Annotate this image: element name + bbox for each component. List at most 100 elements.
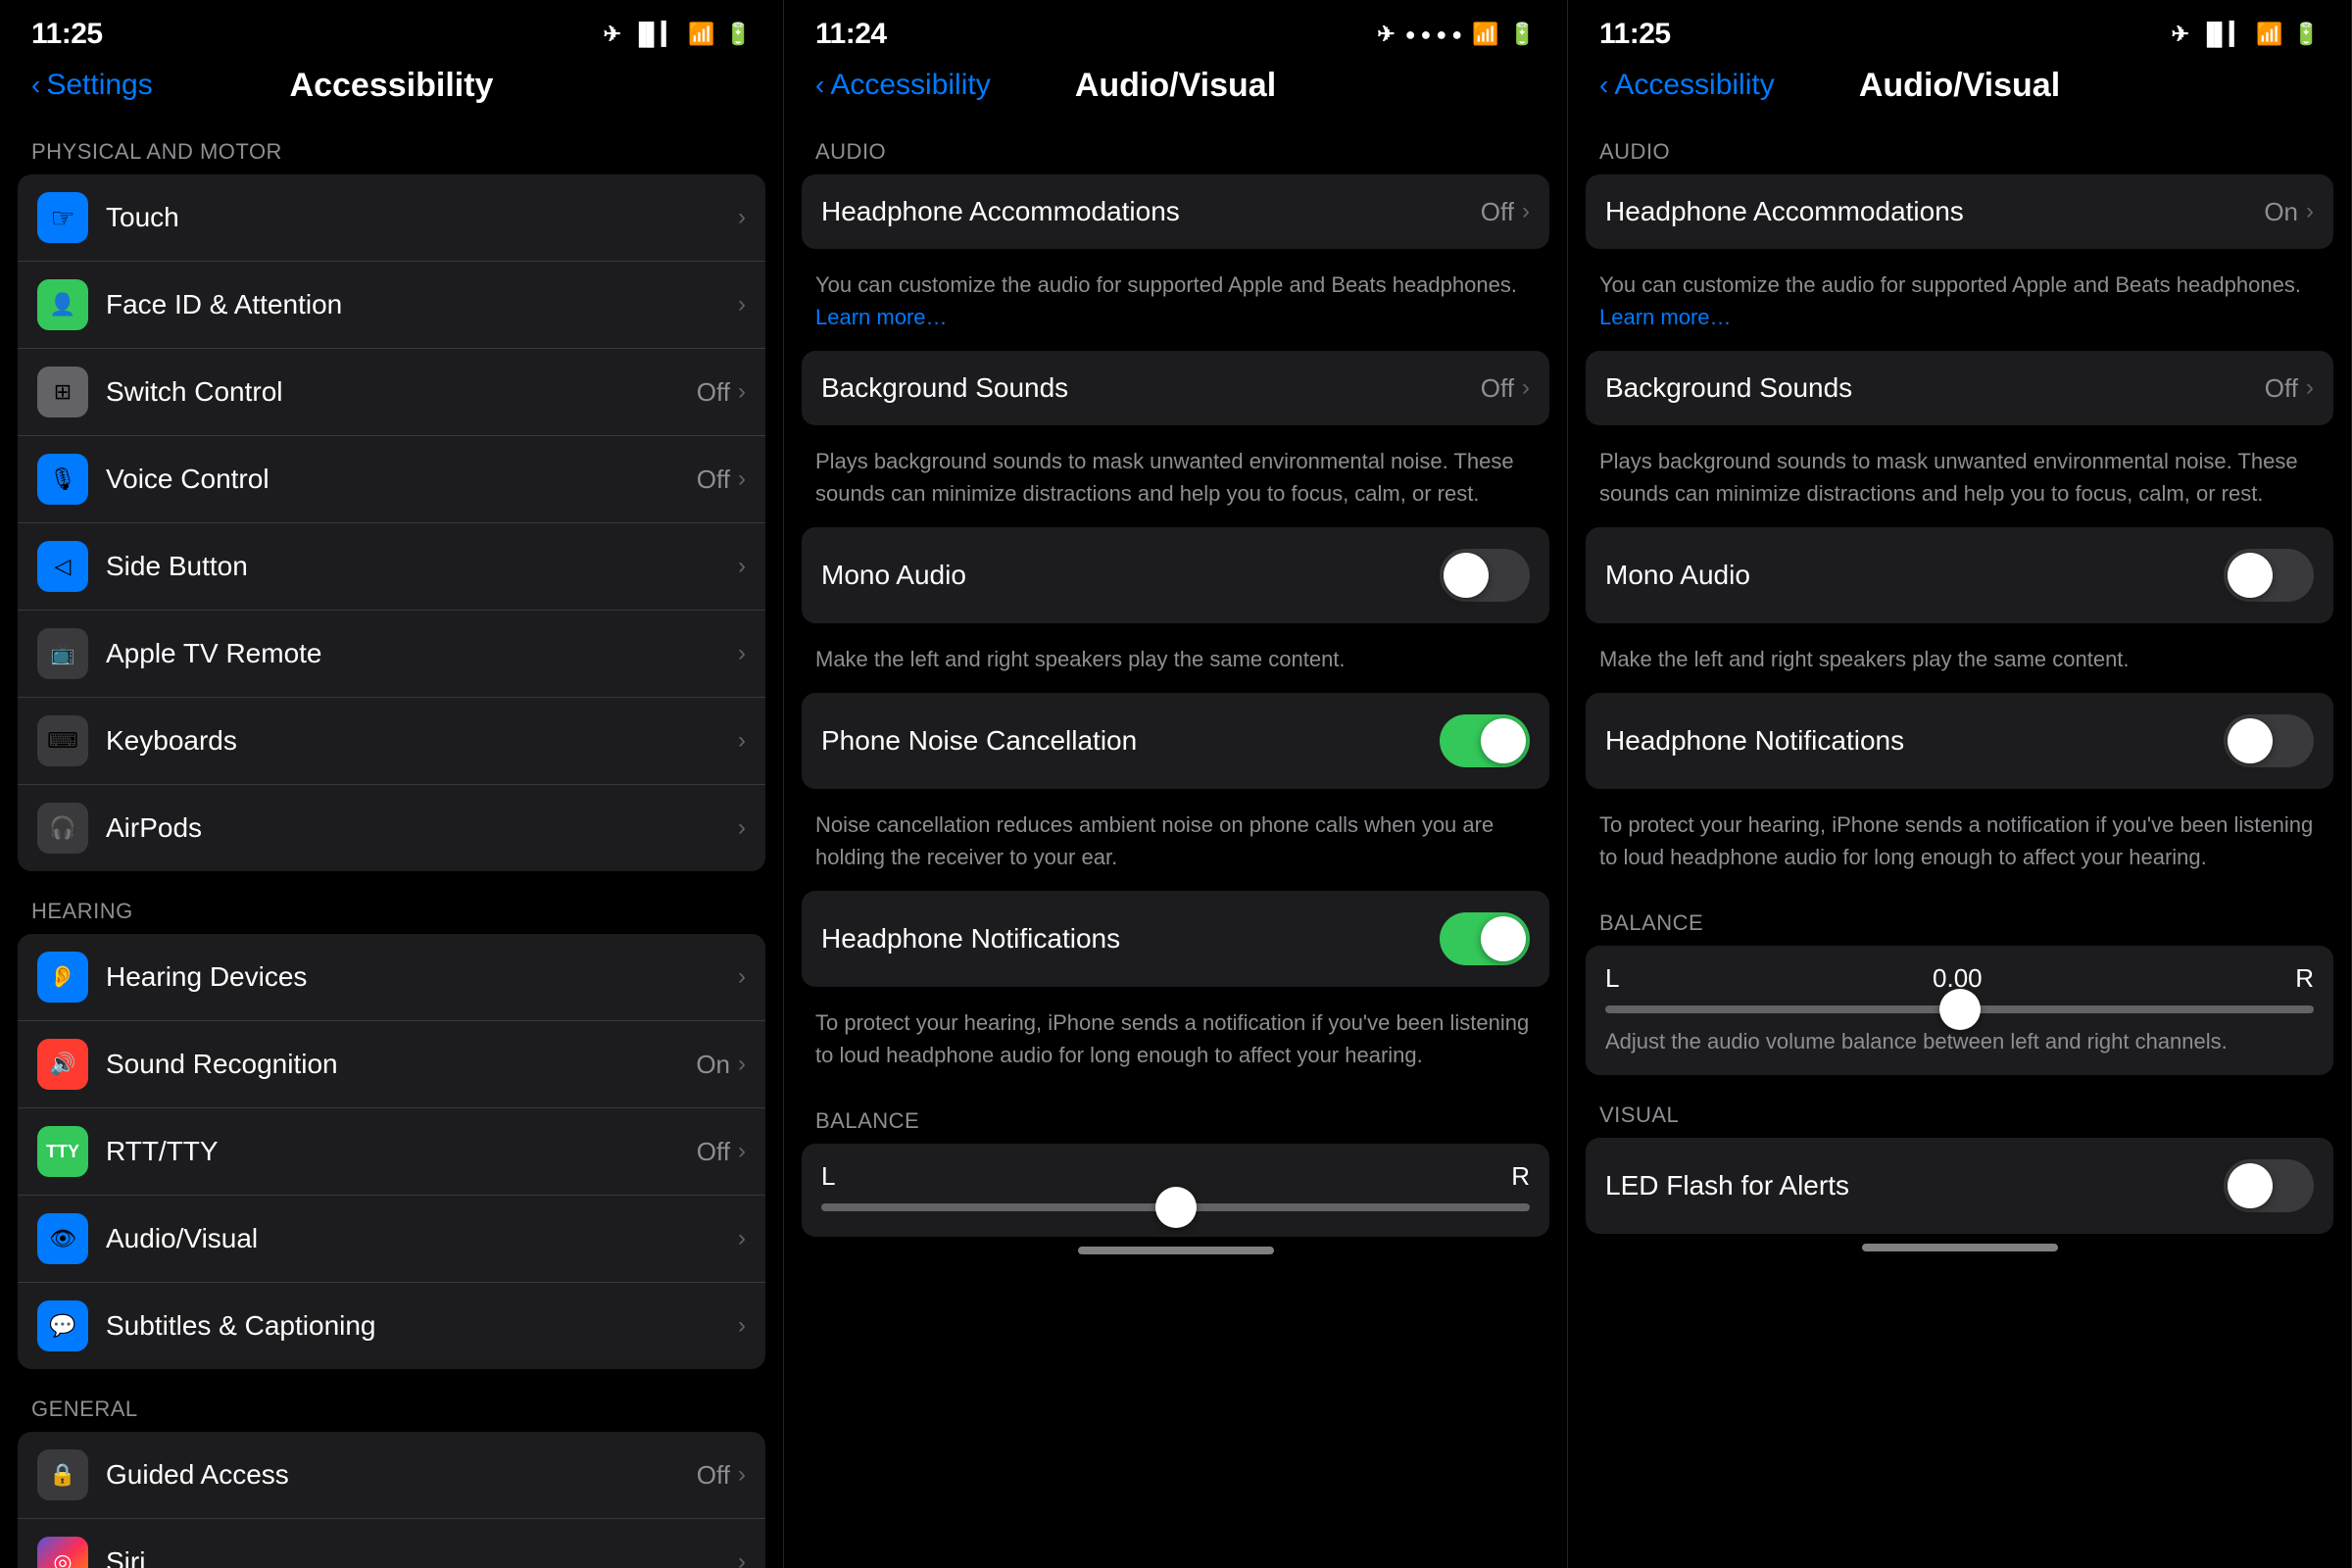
airpods-label: AirPods [106,812,738,844]
rtt-tty-chevron: › [738,1138,746,1165]
mono-audio-thumb-2 [1444,553,1489,598]
learn-more-link-3[interactable]: Learn more… [1599,305,1732,329]
card-headphone-accommodations-3: Headphone Accommodations On › [1586,174,2333,249]
rtt-tty-label: RTT/TTY [106,1136,697,1167]
background-sounds-value-3: Off [2265,373,2298,404]
row-background-sounds-2[interactable]: Background Sounds Off › [802,351,1549,425]
subtitles-chevron: › [738,1312,746,1340]
list-item-switch-control[interactable]: ⊞ Switch Control Off › [18,349,765,436]
guided-access-icon: 🔒 [37,1449,88,1500]
battery-icon-3: 🔋 [2293,22,2320,47]
balance-l-2: L [821,1161,835,1192]
phone-noise-toggle-2[interactable] [1440,714,1530,767]
nav-bar-3: ‹ Accessibility Audio/Visual [1568,59,2351,120]
home-indicator-2 [1078,1247,1274,1254]
background-sounds-desc-2: Plays background sounds to mask unwanted… [802,433,1549,527]
balance-thumb-2[interactable] [1155,1187,1197,1228]
list-item-airpods[interactable]: 🎧 AirPods › [18,785,765,871]
balance-slider-2[interactable] [821,1203,1530,1211]
background-sounds-label-2: Background Sounds [821,372,1481,404]
location-icon-1: ✈ [604,22,621,47]
list-item-faceid[interactable]: 👤 Face ID & Attention › [18,262,765,349]
row-headphone-accommodations-3[interactable]: Headphone Accommodations On › [1586,174,2333,249]
nav-back-label-2: Accessibility [830,69,990,102]
headphone-accommodations-label-3: Headphone Accommodations [1605,196,2264,227]
audio-visual-label: Audio/Visual [106,1223,738,1254]
led-flash-toggle-3[interactable] [2224,1159,2314,1212]
balance-thumb-3[interactable] [1939,989,1981,1030]
audio-visual-icon: 👁 [37,1213,88,1264]
card-mono-audio-3: Mono Audio [1586,527,2333,623]
headphone-notifications-desc-3: To protect your hearing, iPhone sends a … [1586,797,2333,891]
row-headphone-accommodations-2[interactable]: Headphone Accommodations Off › [802,174,1549,249]
balance-card-2: L R [802,1144,1549,1237]
mono-audio-label-2: Mono Audio [821,560,1440,591]
status-time-3: 11:25 [1599,18,1671,51]
back-chevron-3: ‹ [1599,70,1608,101]
nav-back-3[interactable]: ‹ Accessibility [1599,69,1775,102]
phone-noise-desc-2: Noise cancellation reduces ambient noise… [802,797,1549,891]
list-item-voice-control[interactable]: 🎙 Voice Control Off › [18,436,765,523]
headphone-accommodations-chevron-3: › [2306,198,2314,225]
background-sounds-value-2: Off [1481,373,1514,404]
switch-control-icon: ⊞ [37,367,88,417]
back-chevron-2: ‹ [815,70,824,101]
nav-back-2[interactable]: ‹ Accessibility [815,69,991,102]
back-chevron-1: ‹ [31,70,40,101]
balance-l-3: L [1605,963,1619,994]
row-mono-audio-3: Mono Audio [1586,527,2333,623]
list-item-guided-access[interactable]: 🔒 Guided Access Off › [18,1432,765,1519]
row-headphone-notifications-2: Headphone Notifications [802,891,1549,987]
list-item-sound-recognition[interactable]: 🔊 Sound Recognition On › [18,1021,765,1108]
subtitles-icon: 💬 [37,1300,88,1351]
card-headphone-notifications-3: Headphone Notifications [1586,693,2333,789]
visual-label-3: VISUAL [1586,1083,2333,1138]
list-item-audio-visual[interactable]: 👁 Audio/Visual › [18,1196,765,1283]
list-item-touch[interactable]: ☞ Touch › [18,174,765,262]
wifi-icon-1: 📶 [688,22,714,47]
background-sounds-label-3: Background Sounds [1605,372,2265,404]
balance-r-2: R [1511,1161,1530,1192]
balance-slider-3[interactable] [1605,1005,2314,1013]
list-item-subtitles[interactable]: 💬 Subtitles & Captioning › [18,1283,765,1369]
audio-visual-content-2: AUDIO Headphone Accommodations Off › You… [784,120,1567,1568]
mono-audio-desc-3: Make the left and right speakers play th… [1586,631,2333,693]
list-item-apple-tv[interactable]: 📺 Apple TV Remote › [18,611,765,698]
touch-icon: ☞ [37,192,88,243]
section-hearing-label: HEARING [0,879,783,934]
balance-label-2: BALANCE [802,1089,1549,1144]
mono-audio-label-3: Mono Audio [1605,560,2224,591]
guided-access-value: Off [697,1460,730,1491]
mono-audio-toggle-3[interactable] [2224,549,2314,602]
status-bar-1: 11:25 ✈ ▐▌▎ 📶 🔋 [0,0,783,59]
wifi-icon-2: 📶 [1472,22,1498,47]
card-background-sounds-2: Background Sounds Off › [802,351,1549,425]
location-icon-3: ✈ [2172,22,2189,47]
card-phone-noise-2: Phone Noise Cancellation [802,693,1549,789]
list-item-hearing-devices[interactable]: 👂 Hearing Devices › [18,934,765,1021]
list-item-side-button[interactable]: ◁ Side Button › [18,523,765,611]
list-item-rtt-tty[interactable]: TTY RTT/TTY Off › [18,1108,765,1196]
headphone-accommodations-value-2: Off [1481,197,1514,227]
apple-tv-label: Apple TV Remote [106,638,738,669]
status-bar-2: 11:24 ✈ ● ● ● ● 📶 🔋 [784,0,1567,59]
row-background-sounds-3[interactable]: Background Sounds Off › [1586,351,2333,425]
nav-back-1[interactable]: ‹ Settings [31,69,153,102]
card-led-flash-3: LED Flash for Alerts [1586,1138,2333,1234]
list-group-physical: ☞ Touch › 👤 Face ID & Attention › ⊞ Swit… [18,174,765,871]
background-sounds-desc-3: Plays background sounds to mask unwanted… [1586,433,2333,527]
faceid-icon: 👤 [37,279,88,330]
list-item-siri[interactable]: ◎ Siri › [18,1519,765,1568]
headphone-notifications-toggle-2[interactable] [1440,912,1530,965]
voice-control-icon: 🎙 [37,454,88,505]
airpods-icon: 🎧 [37,803,88,854]
card-background-sounds-3: Background Sounds Off › [1586,351,2333,425]
signal-icon-1: ▐▌▎ [631,22,678,47]
sound-recognition-label: Sound Recognition [106,1049,696,1080]
learn-more-link-2[interactable]: Learn more… [815,305,948,329]
headphone-notifications-toggle-3[interactable] [2224,714,2314,767]
mono-audio-toggle-2[interactable] [1440,549,1530,602]
row-mono-audio-2: Mono Audio [802,527,1549,623]
list-item-keyboards[interactable]: ⌨ Keyboards › [18,698,765,785]
switch-control-chevron: › [738,378,746,406]
